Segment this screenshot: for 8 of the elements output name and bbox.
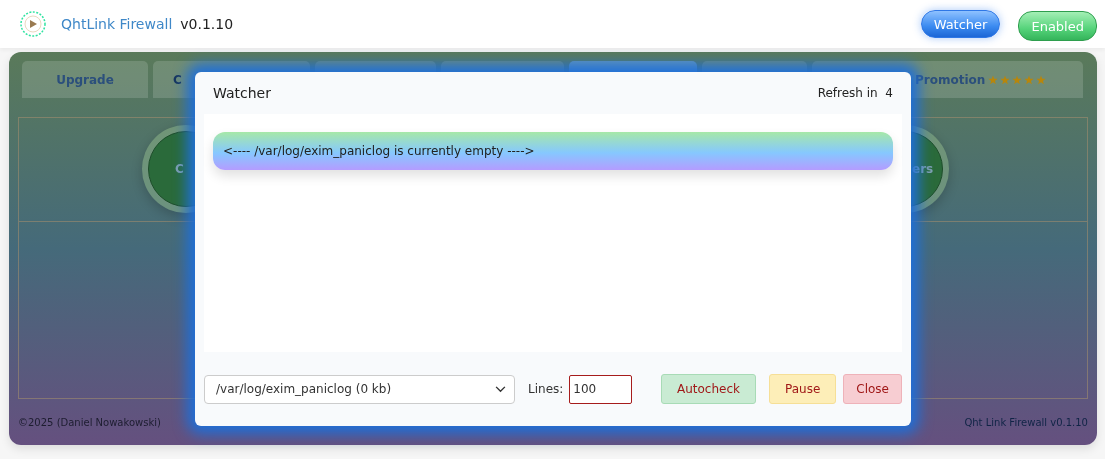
dialog-title: Watcher [213, 84, 271, 101]
refresh-countdown: Refresh in 4 [817, 85, 893, 100]
copyright-text: ©2025 (Daniel Nowakowski) [18, 417, 161, 428]
log-message: <---- /var/log/exim_paniclog is currently empty ----> [213, 131, 893, 170]
footer-version: Qht Link Firewall v0.1.10 [964, 417, 1088, 428]
lines-label: Lines: [528, 382, 564, 397]
version-label: v0.1.10 [180, 16, 234, 32]
app-title: QhtLink Firewall [61, 16, 173, 32]
